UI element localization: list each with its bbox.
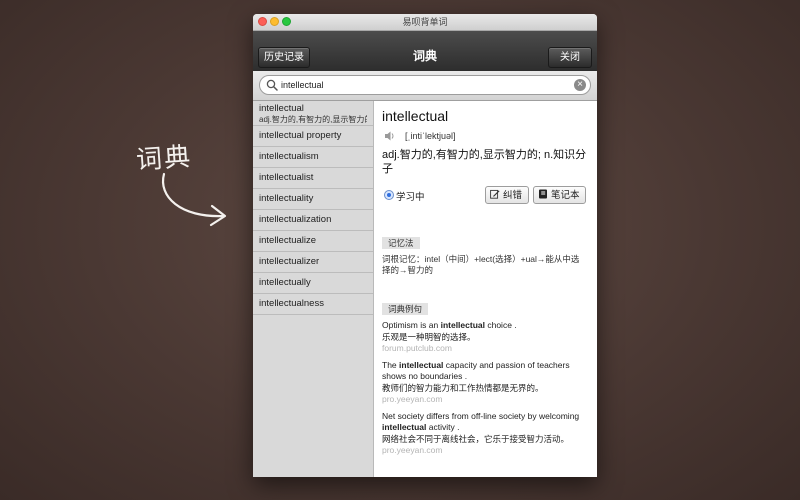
word-detail: intellectual [ˌintiˈlektjuəl] adj.智力的,有智… bbox=[374, 101, 597, 477]
list-item-word: intellectual bbox=[259, 103, 304, 114]
close-button[interactable]: 关闭 bbox=[548, 47, 592, 68]
app-window: 易呗背单词 词典 历史记录 关闭 intellectual × intellec… bbox=[253, 14, 597, 477]
correct-button-label: 纠错 bbox=[503, 190, 523, 201]
example-item: The intellectual capacity and passion of… bbox=[382, 360, 590, 405]
list-item[interactable]: intellectual adj.智力的,有智力的,显示智力的 bbox=[253, 101, 373, 126]
minimize-window-icon[interactable] bbox=[270, 17, 279, 26]
phonetic: [ˌintiˈlektjuəl] bbox=[405, 131, 456, 141]
toolbar: 词典 历史记录 关闭 bbox=[253, 31, 597, 71]
search-bar: intellectual × bbox=[253, 71, 597, 101]
list-item[interactable]: intellectually bbox=[253, 273, 373, 294]
example-item: Optimism is an intellectual choice . 乐观是… bbox=[382, 320, 590, 354]
annotation-arrow-icon bbox=[161, 172, 227, 227]
history-button[interactable]: 历史记录 bbox=[258, 47, 310, 68]
list-item[interactable]: intellectualize bbox=[253, 231, 373, 252]
close-window-icon[interactable] bbox=[258, 17, 267, 26]
example-chinese: 网络社会不同于离线社会，它乐于接受智力活动。 bbox=[382, 434, 570, 444]
learning-status-radio[interactable] bbox=[384, 190, 394, 200]
window-title: 易呗背单词 bbox=[402, 17, 448, 27]
learning-status-label: 学习中 bbox=[396, 192, 425, 203]
list-item[interactable]: intellectualization bbox=[253, 210, 373, 231]
notebook-icon bbox=[539, 189, 547, 199]
example-english: Net society differs from off-line societ… bbox=[382, 411, 580, 432]
notebook-button[interactable]: 笔记本 bbox=[533, 186, 586, 204]
search-input[interactable]: intellectual × bbox=[259, 75, 591, 95]
list-item-definition: adj.智力的,有智力的,显示智力的 bbox=[259, 115, 367, 124]
example-source: forum.putclub.com bbox=[382, 343, 452, 353]
list-item[interactable]: intellectuality bbox=[253, 189, 373, 210]
list-item[interactable]: intellectualism bbox=[253, 147, 373, 168]
headword: intellectual bbox=[382, 108, 449, 124]
example-english: Optimism is an intellectual choice . bbox=[382, 320, 517, 330]
example-source: pro.yeeyan.com bbox=[382, 445, 443, 455]
list-item[interactable]: intellectualist bbox=[253, 168, 373, 189]
example-source: pro.yeeyan.com bbox=[382, 394, 443, 404]
example-list: Optimism is an intellectual choice . 乐观是… bbox=[382, 320, 590, 462]
maximize-window-icon[interactable] bbox=[282, 17, 291, 26]
search-input-value[interactable]: intellectual bbox=[281, 76, 324, 94]
word-list: intellectual adj.智力的,有智力的,显示智力的 intellec… bbox=[253, 101, 374, 477]
example-item: Net society differs from off-line societ… bbox=[382, 411, 590, 456]
definition: adj.智力的,有智力的,显示智力的; n.知识分子 bbox=[382, 149, 587, 175]
list-item[interactable]: intellectualizer bbox=[253, 252, 373, 273]
edit-icon bbox=[490, 190, 500, 200]
search-icon bbox=[266, 79, 278, 91]
example-chinese: 教师们的智力能力和工作热情都是无界的。 bbox=[382, 383, 544, 393]
example-chinese: 乐观是一种明智的选择。 bbox=[382, 332, 476, 342]
correct-button[interactable]: 纠错 bbox=[485, 186, 529, 204]
list-item[interactable]: intellectual property bbox=[253, 126, 373, 147]
speaker-icon[interactable] bbox=[384, 130, 396, 142]
title-bar: 易呗背单词 bbox=[253, 14, 597, 31]
notebook-button-label: 笔记本 bbox=[551, 190, 580, 201]
example-english: The intellectual capacity and passion of… bbox=[382, 360, 570, 381]
clear-search-icon[interactable]: × bbox=[574, 79, 586, 91]
mnemonic-section-label: 记忆法 bbox=[382, 237, 420, 249]
mnemonic-text: 词根记忆：intel（中间）+lect(选择）+ual→能从中选择的→智力的 bbox=[382, 254, 580, 275]
examples-section-label: 词典例句 bbox=[382, 303, 429, 315]
list-item[interactable]: intellectualness bbox=[253, 294, 373, 315]
